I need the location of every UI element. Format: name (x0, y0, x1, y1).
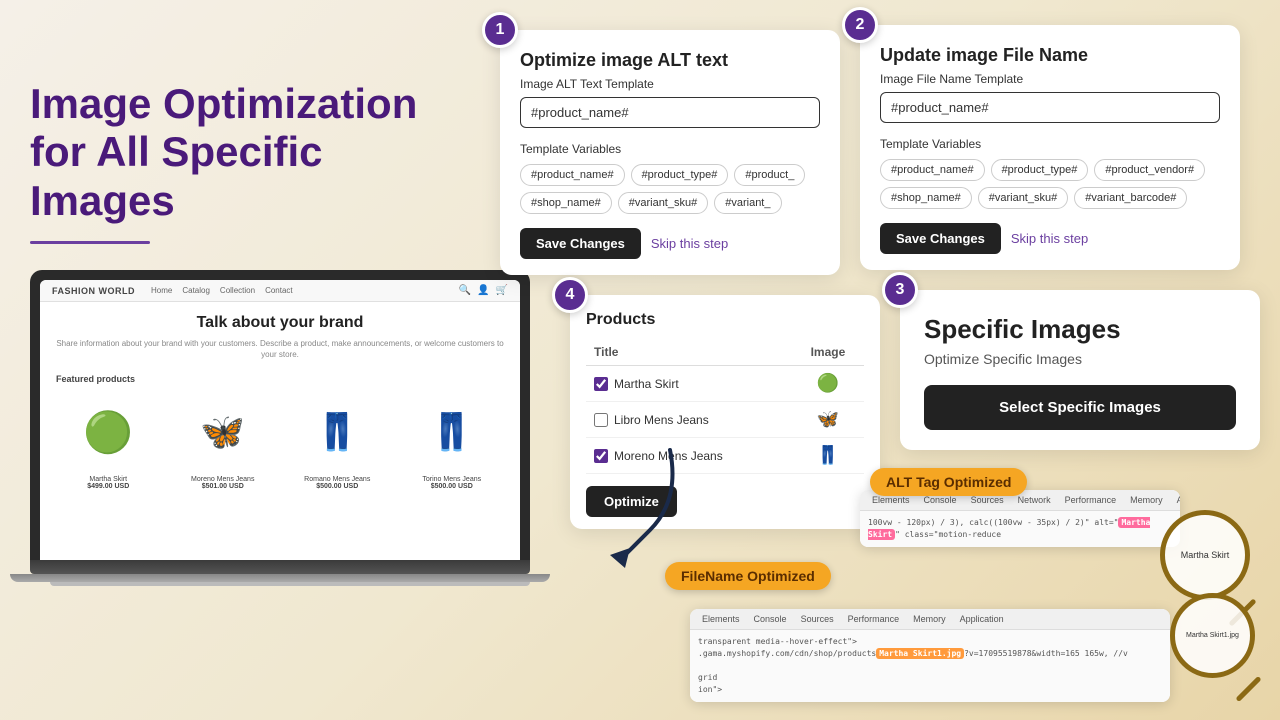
table-row: Libro Mens Jeans 🦋 (586, 402, 864, 438)
card2-skip-button[interactable]: Skip this step (1011, 231, 1088, 246)
card3-title: Specific Images (924, 314, 1236, 345)
laptop-product-4: 👖 Torino Mens Jeans $500.00 USD (400, 392, 505, 490)
laptop-screen-outer: FASHION WORLD Home Catalog Collection Co… (30, 270, 530, 560)
laptop-screen-inner: FASHION WORLD Home Catalog Collection Co… (40, 280, 520, 560)
laptop-base (30, 560, 530, 574)
product-img-3: 👖 (297, 392, 377, 472)
tag2-product-type[interactable]: #product_type# (991, 159, 1089, 181)
product-image-1: 🟢 (792, 366, 864, 402)
product-name-2: Libro Mens Jeans (614, 413, 709, 427)
tag2-product-vendor[interactable]: #product_vendor# (1094, 159, 1205, 181)
card-optimize-alt: 1 Optimize image ALT text Image ALT Text… (500, 30, 840, 275)
product-img-1: 🟢 (68, 392, 148, 472)
left-section: Image Optimization for All Specific Imag… (30, 80, 450, 284)
featured-label: Featured products (56, 374, 504, 384)
laptop-nav: FASHION WORLD Home Catalog Collection Co… (40, 280, 520, 302)
alt-optimized-badge: ALT Tag Optimized (870, 468, 1027, 496)
alt-code-panel: Elements Console Sources Network Perform… (860, 490, 1180, 547)
tag-product-partial[interactable]: #product_ (734, 164, 805, 186)
card1-save-button[interactable]: Save Changes (520, 228, 641, 259)
card2-save-button[interactable]: Save Changes (880, 223, 1001, 254)
filename-optimized-badge: FileName Optimized (665, 562, 831, 590)
cart-icon: 🛒 (496, 285, 508, 296)
alt-code-content: 100vw - 120px) / 3), calc((100vw - 35px)… (860, 511, 1180, 547)
card1-vars-label: Template Variables (520, 142, 820, 156)
product-image-2: 🦋 (792, 402, 864, 438)
magnifier-circle-filename: Martha Skirt1.jpg (1170, 593, 1255, 678)
card2-file-label: Image File Name Template (880, 72, 1220, 86)
card3-subtitle: Optimize Specific Images (924, 351, 1236, 367)
select-specific-images-button[interactable]: Select Specific Images (924, 385, 1236, 430)
card1-alt-label: Image ALT Text Template (520, 77, 820, 91)
card1-actions: Save Changes Skip this step (520, 228, 820, 259)
step-badge-2: 2 (842, 7, 878, 43)
card4-title: Products (586, 311, 864, 329)
product-img-2: 🦋 (183, 392, 263, 472)
card2-vars-label: Template Variables (880, 137, 1220, 151)
search-icon: 🔍 (459, 285, 471, 296)
tag2-variant-barcode[interactable]: #variant_barcode# (1074, 187, 1187, 209)
product-image-3: 👖 (792, 438, 864, 474)
decorative-arrow (600, 440, 700, 570)
tag-product-name[interactable]: #product_name# (520, 164, 625, 186)
card1-title: Optimize image ALT text (520, 50, 820, 71)
alt-highlight: Martha Skirt (868, 517, 1150, 540)
tag2-shop-name[interactable]: #shop_name# (880, 187, 972, 209)
magnifier-handle-filename (1235, 676, 1261, 702)
laptop-products-row: 🟢 Martha Skirt $499.00 USD 🦋 Moreno Mens… (56, 392, 504, 490)
hero-subtitle: Share information about your brand with … (56, 338, 504, 360)
product-checkbox-2[interactable] (594, 413, 608, 427)
product-name-1: Martha Skirt (614, 377, 679, 391)
card2-title: Update image File Name (880, 45, 1220, 66)
laptop-product-1: 🟢 Martha Skirt $499.00 USD (56, 392, 161, 490)
laptop-content: Talk about your brand Share information … (40, 302, 520, 502)
laptop-product-2: 🦋 Moreno Mens Jeans $501.00 USD (171, 392, 276, 490)
filename-input[interactable] (880, 92, 1220, 123)
nav-icons: 🔍 👤 🛒 (459, 285, 508, 296)
nav-links: Home Catalog Collection Contact (151, 286, 293, 295)
alt-text-input[interactable] (520, 97, 820, 128)
laptop-product-3: 👖 Romano Mens Jeans $500.00 USD (285, 392, 390, 490)
account-icon: 👤 (477, 285, 489, 296)
card1-skip-button[interactable]: Skip this step (651, 236, 728, 251)
table-row: Martha Skirt 🟢 (586, 366, 864, 402)
laptop-mockup: FASHION WORLD Home Catalog Collection Co… (30, 270, 550, 586)
card-update-filename: 2 Update image File Name Image File Name… (860, 25, 1240, 270)
tag-product-type[interactable]: #product_type# (631, 164, 729, 186)
laptop-bottom (10, 574, 550, 582)
col-title: Title (586, 339, 792, 366)
devtools-bar-filename: Elements Console Sources Performance Mem… (690, 609, 1170, 630)
tag-shop-name[interactable]: #shop_name# (520, 192, 612, 214)
card2-tags: #product_name# #product_type# #product_v… (880, 159, 1220, 209)
tag-variant-partial[interactable]: #variant_ (714, 192, 781, 214)
tag2-product-name[interactable]: #product_name# (880, 159, 985, 181)
col-image: Image (792, 339, 864, 366)
magnifier-circle-alt: Martha Skirt (1160, 510, 1250, 600)
hero-title: Talk about your brand (56, 314, 504, 332)
card2-actions: Save Changes Skip this step (880, 223, 1220, 254)
tag2-variant-sku[interactable]: #variant_sku# (978, 187, 1069, 209)
filename-code-panel: Elements Console Sources Performance Mem… (690, 609, 1170, 702)
step-badge-4: 4 (552, 277, 588, 313)
magnifier-filename: Martha Skirt1.jpg (1170, 593, 1255, 705)
title-underline (30, 241, 150, 244)
tag-variant-sku[interactable]: #variant_sku# (618, 192, 709, 214)
product-checkbox-1[interactable] (594, 377, 608, 391)
product-img-4: 👖 (412, 392, 492, 472)
card1-tags: #product_name# #product_type# #product_ … (520, 164, 820, 214)
step-badge-1: 1 (482, 12, 518, 48)
filename-highlight: Martha Skirt1.jpg (876, 648, 964, 659)
filename-code-content: transparent media--hover-effect"> .gama.… (690, 630, 1170, 702)
laptop-foot (50, 582, 530, 586)
brand-name: FASHION WORLD (52, 286, 135, 296)
page-title: Image Optimization for All Specific Imag… (30, 80, 450, 225)
step-badge-3: 3 (882, 272, 918, 308)
card-specific-images: 3 Specific Images Optimize Specific Imag… (900, 290, 1260, 450)
